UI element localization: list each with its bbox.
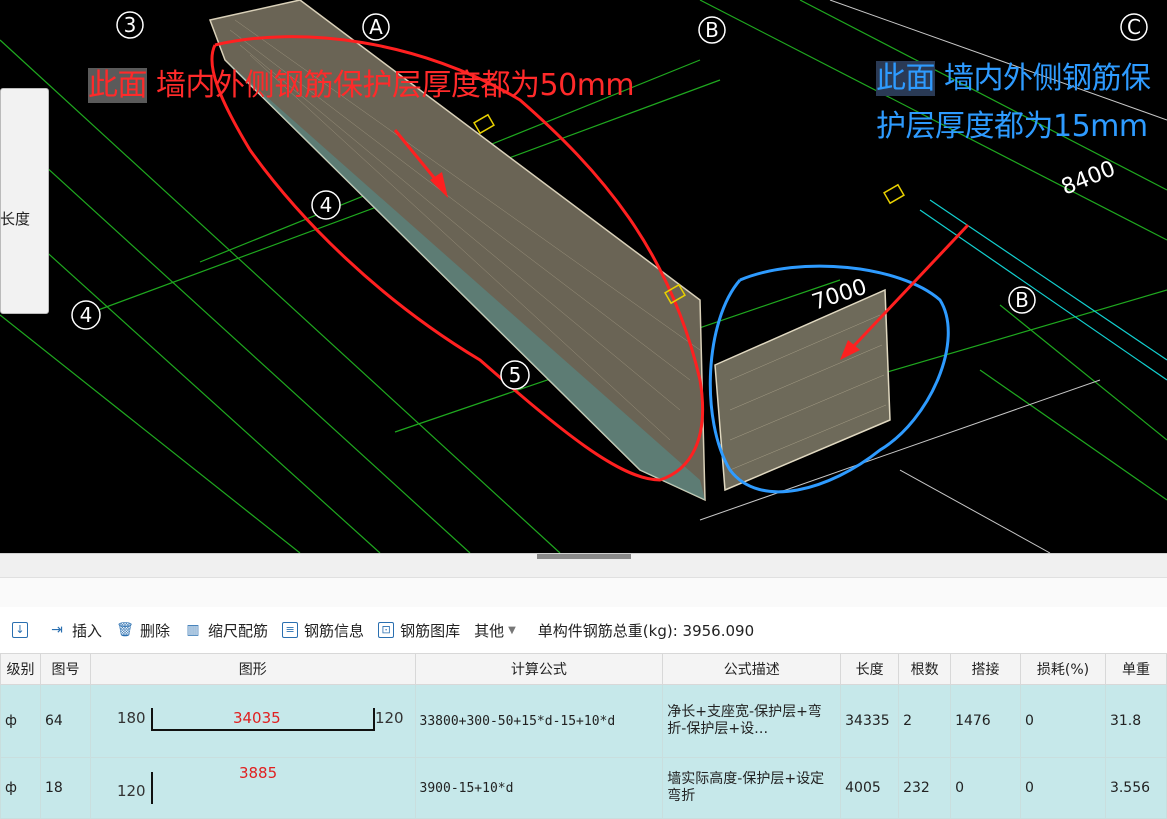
- total-weight-value: 3956.090: [682, 621, 755, 640]
- axis-label: 4: [80, 303, 93, 327]
- cell-length[interactable]: 4005: [840, 757, 900, 819]
- total-weight-label: 单构件钢筋总重(kg):: [537, 621, 678, 640]
- axis-label: B: [1015, 288, 1029, 312]
- cell-formula[interactable]: 33800+300-50+15*d-15+10*d: [414, 684, 664, 758]
- col-header[interactable]: 图号: [39, 653, 91, 685]
- cell-grade[interactable]: ф: [0, 684, 41, 758]
- cell-loss[interactable]: 0: [1020, 684, 1106, 758]
- table-row[interactable]: ф 64 180 34035 120 33800+300-50+15*d-15+…: [0, 684, 1167, 758]
- cell-fig[interactable]: 18: [39, 757, 91, 819]
- other-dropdown[interactable]: 其他 ▼: [474, 620, 516, 641]
- scale-rebar-button[interactable]: ▥ 缩尺配筋: [184, 620, 268, 641]
- rebar-info-button[interactable]: ≡ 钢筋信息: [282, 620, 364, 641]
- properties-panel[interactable]: [0, 88, 49, 314]
- cell-count[interactable]: 232: [898, 757, 952, 819]
- cell-lap[interactable]: 1476: [950, 684, 1022, 758]
- tab-strip: [0, 577, 1167, 608]
- panel-length-label: 长度: [0, 210, 31, 228]
- shape-right-value: 120: [374, 709, 404, 727]
- col-header[interactable]: 单重: [1104, 653, 1167, 685]
- shape-left-value: 120: [116, 782, 146, 800]
- rebar-toolbar: ↓ ⇥ 插入 🗑 删除 ▥ 缩尺配筋 ≡ 钢筋信息 ⊡ 钢筋图库 其他 ▼ 单构件钢筋总重(…: [0, 607, 1167, 653]
- cell-desc[interactable]: 净长+支座宽-保护层+弯折-保护层+设…: [662, 684, 842, 758]
- cell-unit-weight[interactable]: 3.556: [1104, 757, 1167, 819]
- cad-viewport[interactable]: 3 A B C 4 4 5 B 8400 7000 长度 此面 墙内外侧钢筋保护…: [0, 0, 1167, 553]
- shape-mid-value: 3885: [238, 764, 278, 782]
- splitter-handle[interactable]: [537, 554, 631, 559]
- insert-button[interactable]: ⇥ 插入: [48, 620, 102, 641]
- annotation-blue: 此面 墙内外侧钢筋保护层厚度都为15mm: [876, 55, 1166, 151]
- col-header[interactable]: 损耗(%): [1020, 653, 1106, 685]
- library-icon: ⊡: [378, 622, 395, 638]
- col-header[interactable]: 长度: [840, 653, 900, 685]
- axis-label: A: [369, 15, 383, 39]
- arrow-down-icon: ↓: [12, 622, 28, 638]
- axis-label: 3: [124, 13, 137, 37]
- rebar-info-label: 钢筋信息: [304, 621, 365, 640]
- cell-grade[interactable]: ф: [0, 757, 41, 819]
- annotation-highlight: 此面: [88, 68, 148, 103]
- delete-label: 删除: [140, 621, 171, 640]
- axis-label: 5: [509, 363, 522, 387]
- shape-left-value: 180: [116, 709, 146, 727]
- move-down-button[interactable]: ↓: [12, 622, 34, 638]
- cell-formula[interactable]: 3900-15+10*d: [414, 757, 664, 819]
- other-label: 其他: [474, 621, 505, 640]
- rebar-library-label: 钢筋图库: [400, 621, 461, 640]
- axis-label: C: [1127, 15, 1141, 39]
- axis-label: B: [705, 18, 719, 42]
- insert-icon: ⇥: [51, 622, 63, 638]
- col-header[interactable]: 公式描述: [662, 653, 842, 685]
- cell-count[interactable]: 2: [898, 684, 952, 758]
- annotation-red: 此面 墙内外侧钢筋保护层厚度都为50mm: [88, 60, 635, 104]
- cell-length[interactable]: 34335: [840, 684, 900, 758]
- cell-lap[interactable]: 0: [950, 757, 1022, 819]
- list-icon: ≡: [282, 622, 299, 638]
- rebar-shape: [150, 772, 153, 804]
- cell-unit-weight[interactable]: 31.8: [1104, 684, 1167, 758]
- trash-icon: 🗑: [116, 622, 134, 638]
- chevron-down-icon: ▼: [508, 624, 516, 636]
- col-header[interactable]: 图形: [89, 653, 416, 685]
- delete-button[interactable]: 🗑 删除: [116, 620, 170, 641]
- col-header[interactable]: 计算公式: [414, 653, 664, 685]
- bars-icon: ▥: [186, 622, 200, 638]
- col-header[interactable]: 级别: [0, 653, 41, 685]
- cell-shape[interactable]: 120 3885: [89, 757, 416, 819]
- col-header[interactable]: 搭接: [950, 653, 1022, 685]
- splitter[interactable]: [0, 553, 1167, 578]
- cell-loss[interactable]: 0: [1020, 757, 1106, 819]
- insert-label: 插入: [72, 621, 103, 640]
- annotation-text: 墙内外侧钢筋保护层厚度都为50mm: [147, 68, 635, 103]
- axis-label: 4: [320, 193, 333, 217]
- dimension-label: 8400: [1058, 156, 1119, 200]
- total-weight: 单构件钢筋总重(kg): 3956.090: [538, 620, 754, 641]
- cell-desc[interactable]: 墙实际高度-保护层+设定弯折: [662, 757, 842, 819]
- shape-mid-value: 34035: [232, 709, 281, 727]
- table-row[interactable]: ф 18 120 3885 3900-15+10*d 墙实际高度-保护层+设定弯…: [0, 757, 1167, 819]
- annotation-highlight: 此面: [876, 61, 936, 96]
- col-header[interactable]: 根数: [898, 653, 952, 685]
- cell-shape[interactable]: 180 34035 120: [89, 684, 416, 758]
- rebar-table: 级别 图号 图形 计算公式 公式描述 长度 根数 搭接 损耗(%) 单重 ф 6…: [0, 653, 1167, 819]
- scale-label: 缩尺配筋: [208, 621, 269, 640]
- rebar-library-button[interactable]: ⊡ 钢筋图库: [378, 620, 460, 641]
- cell-fig[interactable]: 64: [39, 684, 91, 758]
